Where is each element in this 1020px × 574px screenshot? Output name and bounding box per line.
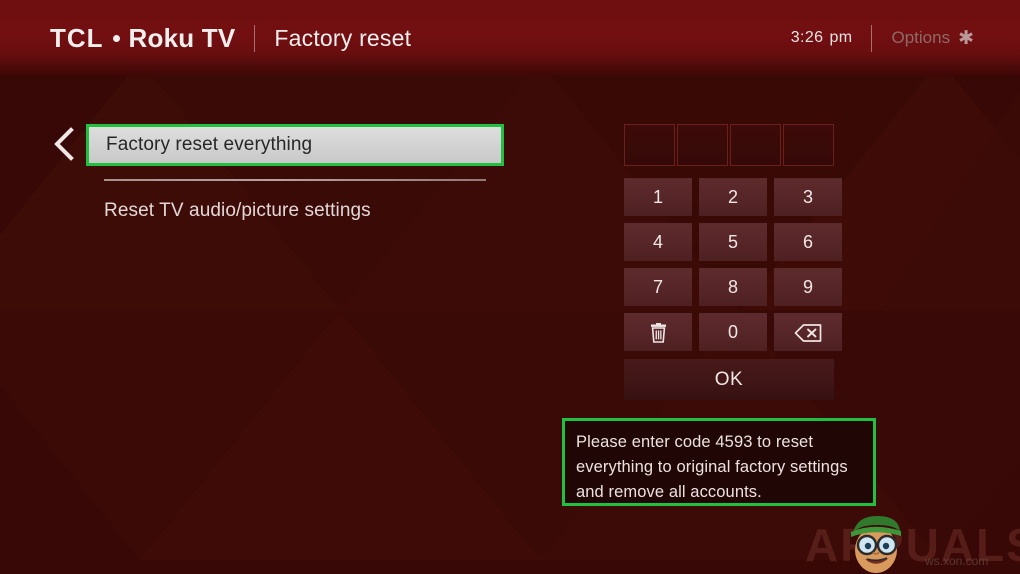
key-8[interactable]: 8 xyxy=(699,268,767,306)
clock-time: 3:26 xyxy=(790,29,824,46)
instruction-message: Please enter code 4593 to reset everythi… xyxy=(576,433,848,501)
header-divider xyxy=(254,24,256,52)
key-label: 6 xyxy=(802,232,813,252)
key-label: 0 xyxy=(727,322,738,342)
code-digit-box-4[interactable] xyxy=(783,124,834,166)
key-label: 1 xyxy=(652,187,663,207)
key-2[interactable]: 2 xyxy=(699,178,767,216)
code-digit-box-3[interactable] xyxy=(730,124,781,166)
options-button[interactable]: Options ✱ xyxy=(891,28,974,48)
key-6[interactable]: 6 xyxy=(774,223,842,261)
annotation-highlight-menu-item: Factory reset everything xyxy=(86,124,504,166)
key-7[interactable]: 7 xyxy=(624,268,692,306)
key-label: 5 xyxy=(727,232,738,252)
watermark: APPUALS ws.xon.com xyxy=(805,512,1020,574)
numeric-keypad: 1 2 3 4 5 6 7 8 9 0 OK xyxy=(624,124,842,400)
brand-roku-text: Roku TV xyxy=(128,22,236,53)
key-label: 8 xyxy=(727,277,738,297)
key-5[interactable]: 5 xyxy=(699,223,767,261)
annotation-highlight-message-box: Please enter code 4593 to reset everythi… xyxy=(562,418,876,506)
key-label: 4 xyxy=(652,232,663,252)
sidebar-item-reset-tv-audio-picture[interactable]: Reset TV audio/picture settings xyxy=(104,200,504,222)
ok-button-label: OK xyxy=(714,368,744,390)
brand-logo: TCL Roku TV xyxy=(50,23,235,54)
watermark-text: APPUALS xyxy=(805,519,1020,571)
key-1[interactable]: 1 xyxy=(624,178,692,216)
key-label: 2 xyxy=(727,187,738,207)
code-entry-boxes xyxy=(624,124,834,166)
settings-menu: Factory reset everything Reset TV audio/… xyxy=(86,124,504,222)
menu-divider xyxy=(104,179,486,181)
key-label: 7 xyxy=(652,277,663,297)
back-button[interactable] xyxy=(51,127,77,161)
sidebar-item-factory-reset-everything[interactable]: Factory reset everything xyxy=(89,127,501,163)
keypad-grid: 1 2 3 4 5 6 7 8 9 0 xyxy=(624,178,842,351)
clock: 3:26 pm xyxy=(791,29,853,47)
brand-tcl-text: TCL xyxy=(50,22,104,53)
key-0[interactable]: 0 xyxy=(699,313,767,351)
key-label: 9 xyxy=(802,277,813,297)
page-title: Factory reset xyxy=(274,24,412,51)
key-clear[interactable] xyxy=(624,313,692,351)
header-right-divider xyxy=(871,24,873,52)
clock-ampm: pm xyxy=(829,29,853,46)
key-label: 3 xyxy=(802,187,813,207)
header-right-group: 3:26 pm Options ✱ xyxy=(791,24,974,52)
chevron-left-icon xyxy=(54,127,74,161)
menu-item-label: Factory reset everything xyxy=(106,134,313,155)
ok-button[interactable]: OK xyxy=(624,359,834,400)
code-digit-box-1[interactable] xyxy=(624,124,675,166)
roku-tv-screen: TCL Roku TV Factory reset 3:26 pm Options… xyxy=(0,0,1020,574)
brand-bullet-icon xyxy=(112,34,120,42)
key-4[interactable]: 4 xyxy=(624,223,692,261)
key-3[interactable]: 3 xyxy=(774,178,842,216)
asterisk-icon: ✱ xyxy=(958,27,974,49)
backspace-icon xyxy=(794,323,822,342)
key-backspace[interactable] xyxy=(774,313,842,351)
header-bar: TCL Roku TV Factory reset 3:26 pm Options… xyxy=(0,0,1020,76)
mascot-icon xyxy=(851,516,901,573)
code-digit-box-2[interactable] xyxy=(677,124,728,166)
watermark-subtext: ws.xon.com xyxy=(925,554,989,568)
key-9[interactable]: 9 xyxy=(774,268,842,306)
trash-icon xyxy=(650,322,666,343)
menu-item-label: Reset TV audio/picture settings xyxy=(104,200,371,221)
options-label: Options xyxy=(891,28,951,47)
